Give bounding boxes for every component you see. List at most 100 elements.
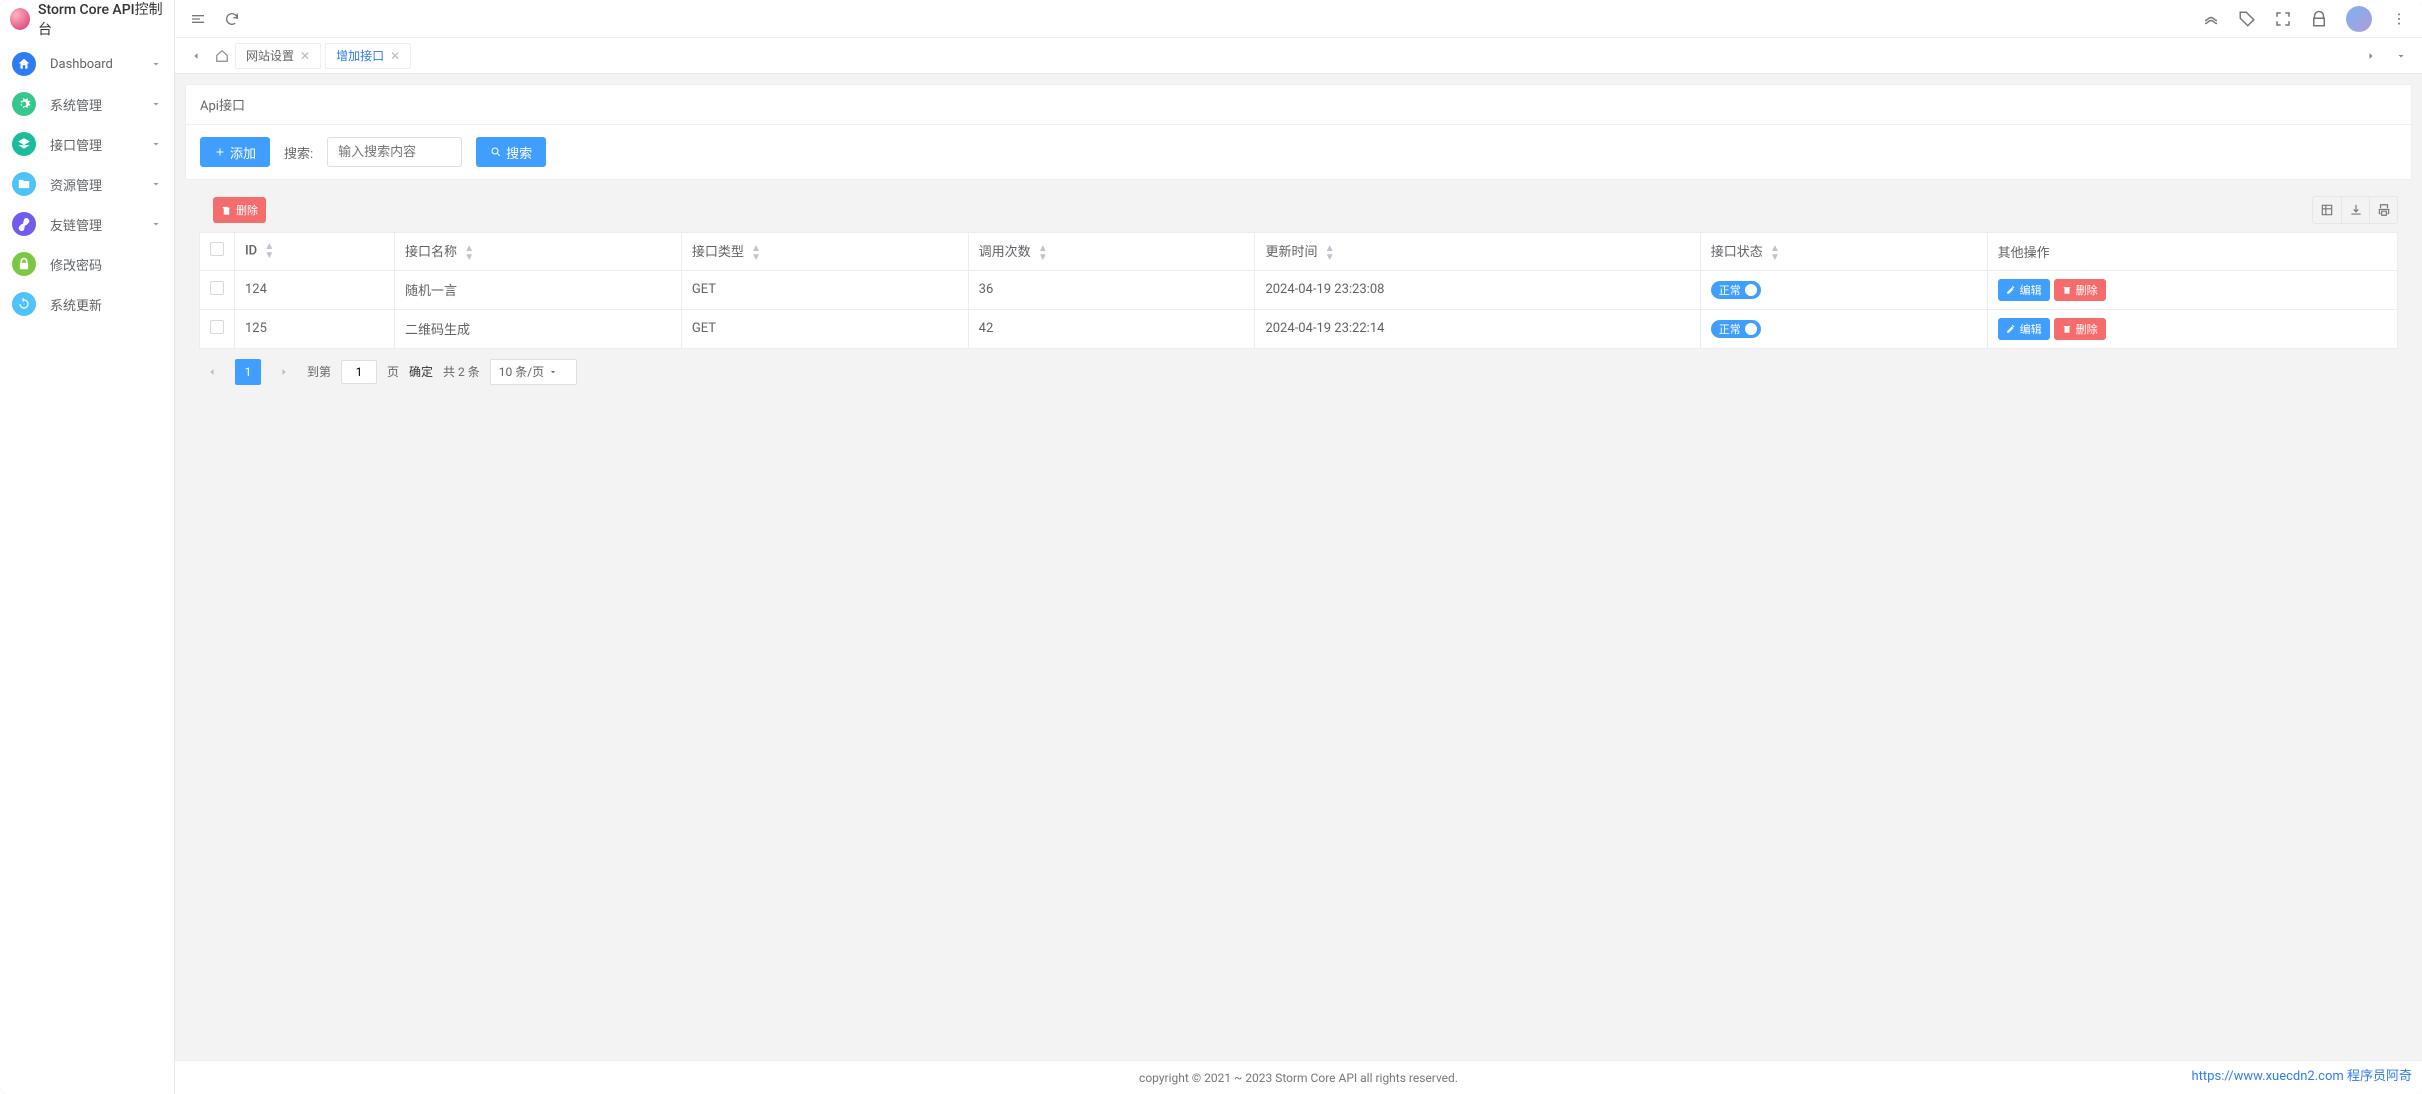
sidebar: Storm Core API控制台 Dashboard 系统管理 接口管理 资源… <box>0 0 175 1094</box>
add-button[interactable]: 添加 <box>200 137 270 167</box>
search-input[interactable] <box>327 137 462 167</box>
avatar[interactable] <box>2346 6 2372 32</box>
content: Api接口 添加 搜索: 搜索 <box>175 74 2422 1060</box>
confirm-button[interactable]: 确定 <box>409 363 433 380</box>
tabs-prev-icon[interactable] <box>183 43 209 69</box>
table-card: 删除 ID ▲▼ 接口名称 ▲▼ 接口类型 ▲▼ <box>185 188 2412 409</box>
sidebar-item-resource[interactable]: 资源管理 <box>0 164 174 204</box>
theme-icon[interactable] <box>2202 10 2220 28</box>
tag-icon[interactable] <box>2238 10 2256 28</box>
col-name[interactable]: 接口名称 ▲▼ <box>395 233 682 271</box>
cell-calls: 36 <box>968 270 1255 309</box>
lock-icon[interactable] <box>2310 10 2328 28</box>
table-row: 124随机一言GET362024-04-19 23:23:08正常 编辑 删除 <box>200 270 2398 309</box>
cell-id: 124 <box>235 270 395 309</box>
more-icon[interactable] <box>2390 10 2408 28</box>
close-icon[interactable]: ✕ <box>390 49 400 63</box>
delete-button-label: 删除 <box>236 202 258 218</box>
cell-actions: 编辑 删除 <box>1987 309 2397 348</box>
row-delete-button[interactable]: 删除 <box>2054 279 2106 301</box>
tabs-next-icon[interactable] <box>2358 43 2384 69</box>
search-button[interactable]: 搜索 <box>476 137 546 167</box>
goto-input[interactable] <box>341 360 377 384</box>
export-icon[interactable] <box>2341 197 2369 223</box>
api-table: ID ▲▼ 接口名称 ▲▼ 接口类型 ▲▼ 调用次数 ▲▼ 更新时间 ▲▼ 接口… <box>199 232 2398 349</box>
tab-label: 增加接口 <box>336 47 384 64</box>
cell-actions: 编辑 删除 <box>1987 270 2397 309</box>
goto-label: 到第 <box>307 363 331 380</box>
cell-status: 正常 <box>1700 270 1987 309</box>
table-row: 125二维码生成GET422024-04-19 23:22:14正常 编辑 删除 <box>200 309 2398 348</box>
cell-id: 125 <box>235 309 395 348</box>
chevron-down-icon <box>150 58 162 70</box>
page-prev-icon[interactable] <box>199 359 225 385</box>
sidebar-item-label: 修改密码 <box>50 255 162 274</box>
row-delete-button[interactable]: 删除 <box>2054 318 2106 340</box>
sidebar-item-label: 接口管理 <box>50 135 150 154</box>
chevron-down-icon <box>150 178 162 190</box>
columns-icon[interactable] <box>2313 197 2341 223</box>
tab-website-settings[interactable]: 网站设置 ✕ <box>235 43 321 69</box>
status-switch[interactable]: 正常 <box>1711 320 1761 338</box>
col-id[interactable]: ID ▲▼ <box>235 233 395 271</box>
link-icon <box>12 212 36 236</box>
total-text: 共 2 条 <box>443 363 480 380</box>
print-icon[interactable] <box>2369 197 2397 223</box>
main-area: 网站设置 ✕ 增加接口 ✕ Api接口 添加 <box>175 0 2422 1094</box>
sidebar-item-dashboard[interactable]: Dashboard <box>0 44 174 84</box>
cell-calls: 42 <box>968 309 1255 348</box>
sidebar-item-system[interactable]: 系统管理 <box>0 84 174 124</box>
sidebar-item-update[interactable]: 系统更新 <box>0 284 174 324</box>
sidebar-item-password[interactable]: 修改密码 <box>0 244 174 284</box>
sidebar-item-links[interactable]: 友链管理 <box>0 204 174 244</box>
logo-icon <box>10 8 30 30</box>
sidebar-item-label: Dashboard <box>50 57 150 72</box>
sidebar-item-label: 系统更新 <box>50 295 162 314</box>
tabs-menu-icon[interactable] <box>2388 43 2414 69</box>
tab-home-icon[interactable] <box>209 43 235 69</box>
page-number[interactable]: 1 <box>235 359 261 385</box>
table-header-row: ID ▲▼ 接口名称 ▲▼ 接口类型 ▲▼ 调用次数 ▲▼ 更新时间 ▲▼ 接口… <box>200 233 2398 271</box>
row-checkbox[interactable] <box>210 320 224 334</box>
tab-label: 网站设置 <box>246 47 294 64</box>
search-label: 搜索: <box>284 143 313 162</box>
table-toolbar: 删除 <box>199 188 2398 232</box>
app-title: Storm Core API控制台 <box>38 0 164 39</box>
col-status[interactable]: 接口状态 ▲▼ <box>1700 233 1987 271</box>
logo-bar: Storm Core API控制台 <box>0 0 174 38</box>
sidebar-item-api[interactable]: 接口管理 <box>0 124 174 164</box>
col-type[interactable]: 接口类型 ▲▼ <box>681 233 968 271</box>
pagination: 1 到第 页 确定 共 2 条 10 条/页 <box>199 349 2398 395</box>
lock-icon <box>12 252 36 276</box>
row-checkbox[interactable] <box>210 281 224 295</box>
sidebar-item-label: 资源管理 <box>50 175 150 194</box>
sort-icon: ▲▼ <box>751 244 761 262</box>
reload-icon[interactable] <box>223 10 241 28</box>
page-size-select[interactable]: 10 条/页 <box>490 359 577 385</box>
toolbar: 添加 搜索: 搜索 <box>200 137 2397 167</box>
cell-type: GET <box>681 270 968 309</box>
sort-icon: ▲▼ <box>1038 244 1048 262</box>
select-all-checkbox[interactable] <box>210 242 224 256</box>
cell-name: 二维码生成 <box>395 309 682 348</box>
refresh-icon <box>12 292 36 316</box>
chevron-down-icon <box>150 218 162 230</box>
tab-add-api[interactable]: 增加接口 ✕ <box>325 43 411 69</box>
col-time[interactable]: 更新时间 ▲▼ <box>1255 233 1700 271</box>
close-icon[interactable]: ✕ <box>300 49 310 63</box>
fullscreen-icon[interactable] <box>2274 10 2292 28</box>
sort-icon: ▲▼ <box>1770 244 1780 262</box>
home-icon <box>12 52 36 76</box>
page-next-icon[interactable] <box>271 359 297 385</box>
cell-status: 正常 <box>1700 309 1987 348</box>
col-calls[interactable]: 调用次数 ▲▼ <box>968 233 1255 271</box>
status-switch[interactable]: 正常 <box>1711 281 1761 299</box>
edit-button[interactable]: 编辑 <box>1998 279 2050 301</box>
cell-type: GET <box>681 309 968 348</box>
watermark: https://www.xuecdn2.com 程序员阿奇 <box>2192 1065 2412 1084</box>
layers-icon <box>12 132 36 156</box>
collapse-icon[interactable] <box>189 10 207 28</box>
batch-delete-button[interactable]: 删除 <box>213 197 266 223</box>
edit-button[interactable]: 编辑 <box>1998 318 2050 340</box>
search-button-label: 搜索 <box>506 143 532 162</box>
